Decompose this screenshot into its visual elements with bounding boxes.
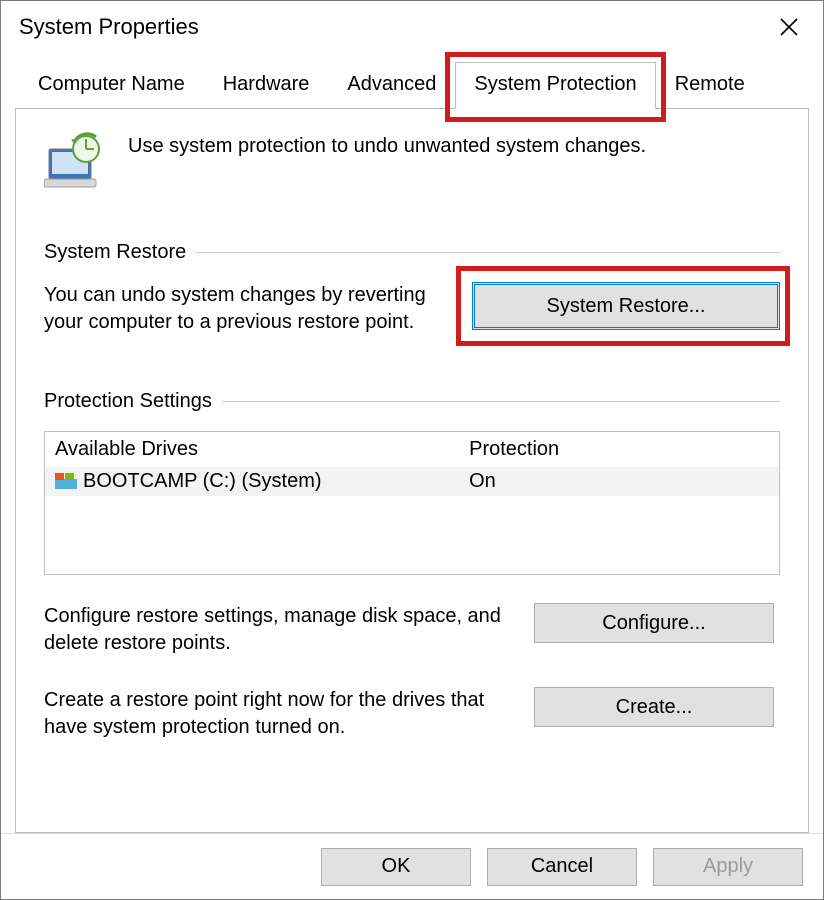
group-title-restore: System Restore bbox=[44, 241, 186, 264]
titlebar: System Properties bbox=[1, 1, 823, 53]
group-system-restore: System Restore bbox=[44, 241, 780, 264]
tab-panel: Use system protection to undo unwanted s… bbox=[15, 108, 809, 833]
drive-row[interactable]: BOOTCAMP (C:) (System) On bbox=[45, 467, 779, 496]
group-title-protection: Protection Settings bbox=[44, 390, 212, 413]
divider bbox=[196, 252, 780, 253]
drives-list[interactable]: Available Drives Protection BOOTCAMP (C:… bbox=[44, 431, 780, 575]
close-icon[interactable] bbox=[767, 5, 811, 49]
tab-advanced[interactable]: Advanced bbox=[328, 62, 455, 109]
tab-bar: Computer Name Hardware Advanced System P… bbox=[1, 53, 823, 109]
col-header-protection: Protection bbox=[469, 438, 769, 461]
configure-description: Configure restore settings, manage disk … bbox=[44, 603, 504, 657]
drive-name: BOOTCAMP (C:) (System) bbox=[83, 470, 469, 493]
configure-row: Configure restore settings, manage disk … bbox=[44, 603, 780, 657]
restore-button-wrap: System Restore... bbox=[472, 282, 780, 330]
group-protection-settings: Protection Settings bbox=[44, 390, 780, 413]
create-row: Create a restore point right now for the… bbox=[44, 687, 780, 741]
cancel-button[interactable]: Cancel bbox=[487, 848, 637, 886]
windows-drive-icon bbox=[55, 473, 77, 491]
window-title: System Properties bbox=[19, 14, 199, 40]
create-button[interactable]: Create... bbox=[534, 687, 774, 727]
divider bbox=[222, 401, 780, 402]
tab-computer-name[interactable]: Computer Name bbox=[19, 62, 204, 109]
dialog-footer: OK Cancel Apply bbox=[1, 833, 823, 899]
ok-button[interactable]: OK bbox=[321, 848, 471, 886]
intro-row: Use system protection to undo unwanted s… bbox=[44, 131, 780, 193]
drives-header: Available Drives Protection bbox=[45, 432, 779, 467]
tab-hardware[interactable]: Hardware bbox=[204, 62, 329, 109]
system-restore-button[interactable]: System Restore... bbox=[472, 282, 780, 330]
system-properties-window: System Properties Computer Name Hardware… bbox=[0, 0, 824, 900]
configure-button[interactable]: Configure... bbox=[534, 603, 774, 643]
drive-protection: On bbox=[469, 470, 769, 493]
create-description: Create a restore point right now for the… bbox=[44, 687, 504, 741]
tab-system-protection[interactable]: System Protection bbox=[455, 62, 655, 109]
apply-button[interactable]: Apply bbox=[653, 848, 803, 886]
system-restore-row: You can undo system changes by reverting… bbox=[44, 282, 780, 336]
intro-text: Use system protection to undo unwanted s… bbox=[128, 131, 646, 158]
restore-description: You can undo system changes by reverting… bbox=[44, 282, 454, 336]
tab-remote[interactable]: Remote bbox=[656, 62, 764, 109]
col-header-drives: Available Drives bbox=[55, 438, 469, 461]
system-protection-icon bbox=[44, 131, 106, 193]
